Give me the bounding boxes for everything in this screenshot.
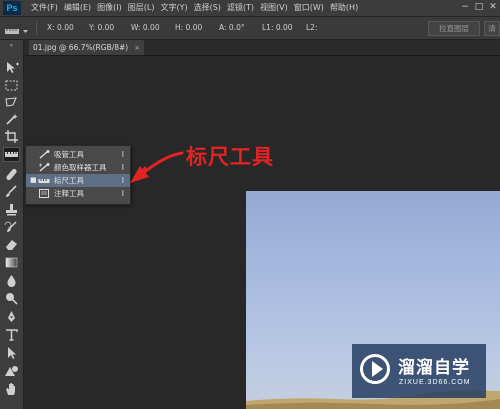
magic-wand-icon — [6, 114, 18, 125]
divider — [36, 21, 37, 35]
close-window-button[interactable]: ✕ — [486, 0, 500, 14]
brush-icon — [6, 185, 17, 197]
selected-bullet: ■ — [30, 176, 37, 184]
menu-type[interactable]: 文字(Y) — [157, 1, 190, 15]
watermark-title: 溜溜自学 — [398, 358, 470, 378]
healing-brush-tool[interactable] — [3, 167, 20, 182]
annotation-label: 标尺工具 — [186, 145, 274, 169]
toolbar: » — [0, 40, 24, 409]
flyout-item-color-sampler[interactable]: 颜色取样器工具 I — [26, 161, 130, 174]
menu-view[interactable]: 视图(V) — [257, 1, 291, 15]
l2-readout: L2: — [306, 23, 318, 32]
w-readout: W: 0.00 — [131, 23, 160, 32]
dodge-icon — [6, 293, 18, 305]
move-icon — [7, 62, 19, 73]
eraser-tool[interactable] — [3, 237, 20, 252]
eraser-icon — [6, 240, 17, 250]
play-icon — [372, 361, 383, 377]
x-readout: X: 0.00 — [47, 23, 74, 32]
menu-edit[interactable]: 编辑(E) — [61, 1, 94, 15]
history-brush-icon — [4, 221, 17, 232]
lasso-icon — [5, 97, 17, 107]
document-tab-label: 01.jpg @ 66.7%(RGB/8#) — [33, 43, 129, 52]
menu-window[interactable]: 窗口(W) — [291, 1, 327, 15]
blur-tool[interactable] — [3, 273, 20, 288]
menu-filter[interactable]: 滤镜(T) — [224, 1, 257, 15]
flyout-item-eyedropper[interactable]: 吸管工具 I — [26, 148, 130, 161]
eyedropper-tool-flyout: 吸管工具 I 颜色取样器工具 I ■ 标尺工具 I 注释工具 I — [25, 145, 131, 205]
note-icon — [39, 189, 49, 198]
color-sampler-icon — [39, 163, 50, 172]
droplet-icon — [7, 275, 16, 287]
tab-scroll[interactable] — [493, 40, 500, 55]
gradient-tool[interactable] — [3, 255, 20, 270]
straighten-layer-button[interactable]: 拉直图层 — [428, 21, 480, 36]
flyout-item-label: 注释工具 — [54, 189, 84, 198]
stamp-icon — [6, 204, 17, 216]
toolbar-grip[interactable]: » — [4, 43, 19, 49]
type-icon — [6, 329, 18, 341]
type-tool[interactable] — [3, 327, 20, 342]
menu-bar: Ps 文件(F) 编辑(E) 图像(I) 图层(L) 文字(Y) 选择(S) 滤… — [0, 0, 500, 17]
ruler-icon — [5, 152, 18, 157]
document-tab-bar: 01.jpg @ 66.7%(RGB/8#) × — [25, 40, 500, 56]
watermark-subtitle: ZIXUE.3D66.COM — [399, 379, 471, 386]
shape-icon — [5, 366, 18, 376]
document-tab[interactable]: 01.jpg @ 66.7%(RGB/8#) × — [29, 40, 145, 55]
tool-preset-picker[interactable] — [4, 22, 30, 34]
photoshop-logo: Ps — [3, 1, 21, 15]
hand-tool[interactable] — [3, 381, 20, 396]
window-controls: − □ ✕ — [458, 0, 500, 14]
brush-tool[interactable] — [3, 184, 20, 199]
flyout-item-label: 吸管工具 — [54, 150, 84, 159]
menu-items: 文件(F) 编辑(E) 图像(I) 图层(L) 文字(Y) 选择(S) 滤镜(T… — [28, 1, 361, 15]
path-selection-tool[interactable] — [3, 345, 20, 360]
crop-icon — [5, 130, 18, 143]
eyedropper-icon — [39, 150, 50, 159]
clone-stamp-tool[interactable] — [3, 202, 20, 217]
y-readout: Y: 0.00 — [89, 23, 115, 32]
shortcut-key: I — [121, 189, 124, 198]
pen-icon — [8, 311, 15, 322]
marquee-tool[interactable] — [3, 78, 20, 93]
move-tool[interactable] — [3, 60, 20, 75]
red-arrow-annotation — [130, 151, 184, 183]
marquee-icon — [5, 80, 18, 91]
menu-help[interactable]: 帮助(H) — [327, 1, 361, 15]
h-readout: H: 0.00 — [175, 23, 203, 32]
chevron-down-icon — [23, 30, 28, 33]
flyout-item-note[interactable]: 注释工具 I — [26, 187, 130, 200]
quick-selection-tool[interactable] — [3, 112, 20, 127]
ruler-icon — [38, 179, 50, 183]
l1-readout: L1: 0.00 — [262, 23, 293, 32]
flyout-item-label: 标尺工具 — [54, 176, 84, 185]
hand-icon — [6, 383, 15, 395]
ruler-icon — [5, 29, 28, 34]
shape-tool[interactable] — [3, 363, 20, 378]
dodge-tool[interactable] — [3, 291, 20, 306]
flyout-item-ruler[interactable]: ■ 标尺工具 I — [26, 174, 130, 187]
gradient-icon — [5, 257, 18, 268]
menu-image[interactable]: 图像(I) — [94, 1, 125, 15]
angle-readout: A: 0.0° — [219, 23, 245, 32]
close-tab-icon[interactable]: × — [134, 44, 140, 52]
arrow-icon — [8, 347, 16, 359]
pen-tool[interactable] — [3, 309, 20, 324]
menu-file[interactable]: 文件(F) — [28, 1, 61, 15]
menu-select[interactable]: 选择(S) — [191, 1, 224, 15]
clear-button[interactable]: 清 — [484, 21, 500, 36]
flyout-item-label: 颜色取样器工具 — [54, 163, 107, 172]
minimize-button[interactable]: − — [458, 0, 472, 14]
crop-tool[interactable] — [3, 129, 20, 144]
bandage-icon — [6, 168, 17, 181]
history-brush-tool[interactable] — [3, 220, 20, 235]
lasso-tool[interactable] — [3, 95, 20, 110]
options-bar: X: 0.00 Y: 0.00 W: 0.00 H: 0.00 A: 0.0° … — [0, 17, 500, 40]
maximize-button[interactable]: □ — [472, 0, 486, 14]
ruler-tool[interactable] — [3, 147, 20, 162]
watermark: 溜溜自学 ZIXUE.3D66.COM — [352, 344, 486, 398]
menu-layer[interactable]: 图层(L) — [125, 1, 158, 15]
